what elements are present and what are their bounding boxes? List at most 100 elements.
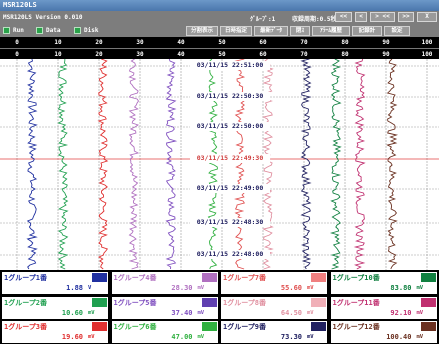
- run-indicator-label: Run: [13, 27, 24, 34]
- scale-tick: 80: [341, 39, 349, 46]
- channel-trace: [128, 59, 140, 270]
- channel-panel[interactable]: 1グループ12番 100.40 mV: [329, 320, 438, 344]
- channel-trace: [97, 59, 109, 270]
- channel-unit: mV: [197, 285, 205, 291]
- channel-panel[interactable]: 1グループ2番 10.60 mV: [1, 295, 109, 320]
- channel-title: 1グループ10番: [332, 274, 380, 282]
- channel-trace: [300, 59, 312, 270]
- channel-panel[interactable]: 1グループ8番 64.50 mV: [220, 295, 328, 320]
- channel-unit: mV: [88, 334, 95, 340]
- timestamp-label: 03/11/15 22:48:00: [190, 250, 270, 259]
- channel-color-swatch: [420, 322, 436, 331]
- scale-tick: 50: [218, 39, 226, 46]
- channel-panel[interactable]: 1グループ6番 47.00 mV: [110, 320, 219, 344]
- timestamp-label: 03/11/15 22:49:30: [190, 154, 270, 163]
- nav-first-button[interactable]: <<: [335, 12, 352, 22]
- close-view-button[interactable]: 閉ｽ: [290, 26, 310, 36]
- recorder-window: MSR120LS MSR120LS Version 0.010 ｸﾞﾙｰﾌﾟ:1…: [0, 0, 439, 344]
- disk-indicator-light: [74, 27, 81, 34]
- channel-panel[interactable]: 1グループ5番 37.40 mV: [110, 295, 219, 320]
- scale-tick: 70: [300, 39, 308, 46]
- scale-tick: 80: [341, 51, 349, 58]
- channel-unit: mV: [416, 309, 424, 316]
- nav-last-button[interactable]: >>: [398, 12, 414, 22]
- channel-value: 100.40: [386, 333, 412, 341]
- alarm-history-button[interactable]: ｱﾗｰﾑ履歴: [312, 26, 350, 36]
- channel-color-swatch: [92, 322, 107, 331]
- channel-color-swatch: [311, 273, 326, 282]
- channel-color-swatch: [201, 297, 217, 307]
- scale-header: 0 10 20 30 40 50 60 70 80 90 100 0 10 20 30 40 50 60 70 80…: [0, 37, 439, 59]
- channel-value: 55.60: [280, 284, 302, 292]
- timestamp-label: 03/11/15 22:48:30: [190, 218, 270, 227]
- channel-panel[interactable]: 1グループ4番 28.30 mV: [110, 271, 219, 295]
- scale-tick: 20: [95, 39, 103, 46]
- cycle-status: 収録周期:0.5秒: [292, 16, 337, 23]
- scale-tick: 90: [382, 39, 390, 46]
- channel-panel[interactable]: 1グループ10番 83.80 mV: [329, 271, 438, 295]
- channel-title: 1グループ12番: [332, 323, 380, 331]
- scale-row-primary: 0 10 20 30 40 50 60 70 80 90 100: [0, 37, 439, 48]
- scale-tick: 0: [15, 39, 19, 46]
- version-label: MSR120LS Version 0.010: [3, 14, 83, 21]
- scale-tick: 10: [54, 51, 62, 58]
- latest-data-button[interactable]: 最新ﾃﾞｰﾀ: [254, 26, 288, 36]
- channel-trace: [57, 59, 69, 270]
- channel-unit: mV: [197, 309, 205, 316]
- channel-value: 1.88: [66, 284, 83, 292]
- channel-title: 1グループ11番: [332, 298, 380, 307]
- disk-indicator: Disk: [74, 26, 98, 35]
- channel-trace: [386, 59, 399, 270]
- trend-chart-canvas: [0, 59, 439, 270]
- disk-indicator-label: Disk: [84, 27, 99, 34]
- scale-tick: 70: [300, 51, 308, 58]
- scale-tick: 60: [259, 39, 267, 46]
- channel-unit: mV: [416, 285, 424, 291]
- scale-tick: 30: [136, 51, 144, 58]
- channel-trace: [353, 59, 366, 270]
- recorder-button[interactable]: 記録計: [352, 26, 382, 36]
- scale-row-secondary: 0 10 20 30 40 50 60 70 80 90 100: [0, 48, 439, 59]
- close-button[interactable]: X: [417, 12, 437, 22]
- run-indicator: Run: [3, 26, 24, 35]
- nav-prev-button[interactable]: <: [355, 12, 367, 22]
- timestamp-label: 03/11/15 22:49:00: [190, 184, 270, 193]
- channel-color-swatch: [92, 273, 107, 282]
- channel-title: 1グループ7番: [223, 274, 267, 282]
- trend-chart[interactable]: 03/11/15 22:51:00 03/11/15 22:50:30 03/11/…: [0, 59, 439, 270]
- channel-panel[interactable]: 1グループ3番 19.60 mV: [1, 320, 109, 344]
- channel-color-swatch: [201, 273, 217, 282]
- channel-panel[interactable]: 1グループ7番 55.60 mV: [220, 271, 328, 295]
- settings-button[interactable]: 設定: [384, 26, 410, 36]
- channel-panel[interactable]: 1グループ11番 92.10 mV: [329, 295, 438, 320]
- channel-value: 83.80: [390, 284, 412, 292]
- channel-unit: mV: [416, 334, 424, 340]
- data-indicator-label: Data: [46, 27, 61, 34]
- date-select-button[interactable]: 日時指定: [220, 26, 252, 36]
- scale-tick: 40: [177, 51, 185, 58]
- channel-unit: mV: [88, 309, 95, 316]
- channel-value: 92.10: [390, 308, 412, 317]
- channel-title: 1グループ8番: [223, 298, 267, 307]
- nav-next-button[interactable]: > <<: [370, 12, 395, 22]
- scale-tick: 60: [259, 51, 267, 58]
- channel-value: 10.60: [61, 308, 83, 317]
- data-indicator-light: [36, 27, 43, 34]
- split-view-button[interactable]: 分割表示: [186, 26, 218, 36]
- channel-panels: 1グループ1番 1.88 V 1グループ4番 28.30 mV 1グループ7番 55.60 mV…: [0, 270, 439, 344]
- channel-color-swatch: [311, 322, 326, 331]
- scale-tick: 30: [136, 39, 144, 46]
- window-title: MSR120LS: [0, 0, 439, 11]
- channel-value: 37.40: [171, 308, 193, 317]
- scale-tick: 90: [382, 51, 390, 58]
- channel-panel[interactable]: 1グループ9番 73.30 mV: [220, 320, 328, 344]
- scale-tick: 40: [177, 39, 185, 46]
- group-status: ｸﾞﾙｰﾌﾟ:1: [250, 16, 276, 23]
- channel-title: 1グループ1番: [4, 274, 48, 282]
- channel-color-swatch: [311, 297, 326, 307]
- scale-tick: 10: [54, 39, 62, 46]
- channel-value: 64.50: [280, 308, 302, 317]
- timestamp-label: 03/11/15 22:51:00: [190, 61, 270, 70]
- channel-panel[interactable]: 1グループ1番 1.88 V: [1, 271, 109, 295]
- channel-unit: mV: [307, 334, 314, 340]
